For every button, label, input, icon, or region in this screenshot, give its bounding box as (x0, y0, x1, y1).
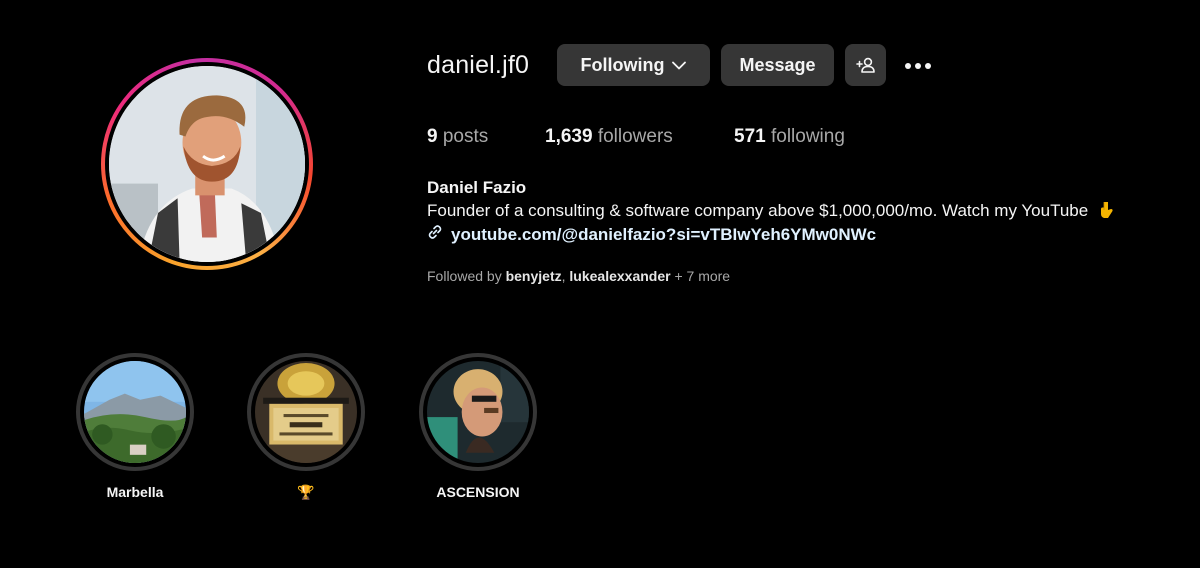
following-label: following (770, 126, 845, 147)
highlight-cover-image (84, 361, 186, 463)
followed-by-user-1[interactable]: benyjetz (506, 268, 562, 284)
avatar (109, 66, 305, 262)
followed-by[interactable]: Followed by benyjetz, lukealexxander + 7… (427, 268, 730, 284)
chevron-down-icon (672, 61, 687, 70)
following-stat[interactable]: 571 following (734, 126, 845, 148)
following-count: 571 (734, 126, 766, 147)
highlight-marbella[interactable]: Marbella (76, 353, 194, 500)
followers-label: followers (597, 126, 673, 147)
more-options-icon[interactable] (898, 54, 938, 78)
posts-label: posts (442, 126, 489, 147)
message-button-label: Message (739, 54, 816, 75)
profile-page: daniel.jf0 Following Message 9 posts 1,6… (0, 0, 1200, 568)
followed-by-prefix: Followed by (427, 268, 502, 284)
highlight-trophy[interactable]: 🏆 (247, 353, 365, 501)
profile-full-name: Daniel Fazio (427, 178, 527, 197)
highlight-cover-image (255, 361, 357, 463)
link-icon (427, 224, 443, 245)
bio-text: Founder of a consulting & software compa… (427, 201, 1089, 220)
followed-by-user-2[interactable]: lukealexxander (569, 268, 670, 284)
followers-count: 1,639 (545, 126, 593, 147)
following-button-label: Following (580, 54, 665, 75)
profile-avatar-story-ring[interactable] (101, 58, 313, 270)
highlight-cover-image (427, 361, 529, 463)
profile-external-link[interactable]: youtube.com/@danielfazio?si=vTBIwYeh6YMw… (427, 224, 876, 245)
profile-bio: Founder of a consulting & software compa… (427, 201, 1115, 221)
highlight-label: 🏆 (297, 484, 315, 500)
highlight-label: Marbella (106, 484, 164, 500)
posts-stat: 9 posts (427, 126, 488, 148)
pointing-down-hand-icon (1097, 201, 1115, 219)
add-user-icon (855, 57, 876, 73)
avatar-photo (109, 66, 305, 262)
followed-by-more[interactable]: + 7 more (674, 268, 730, 284)
highlight-ascension[interactable]: ASCENSION (419, 353, 537, 500)
posts-count: 9 (427, 126, 438, 147)
followed-by-separator: , (561, 268, 566, 284)
profile-link-text: youtube.com/@danielfazio?si=vTBIwYeh6YMw… (451, 224, 877, 244)
followers-stat[interactable]: 1,639 followers (545, 126, 673, 148)
following-button[interactable]: Following (557, 44, 710, 86)
highlight-label: ASCENSION (436, 484, 520, 500)
profile-username: daniel.jf0 (427, 51, 530, 79)
suggested-users-button[interactable] (845, 44, 886, 86)
message-button[interactable]: Message (721, 44, 834, 86)
